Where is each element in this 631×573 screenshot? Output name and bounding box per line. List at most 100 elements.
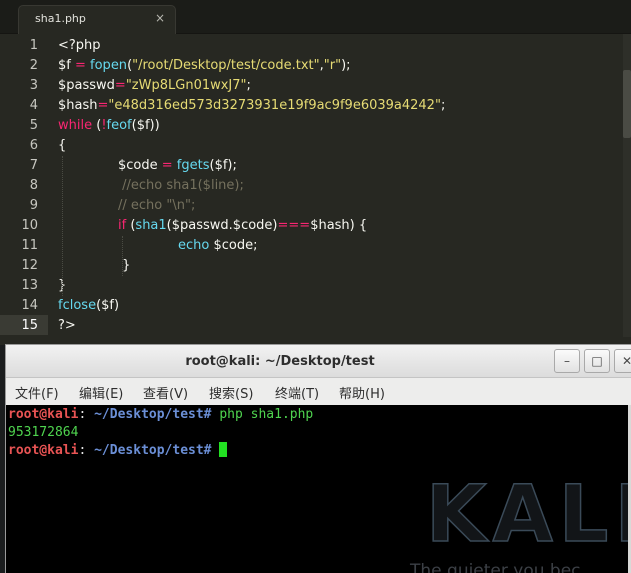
code-token: // echo "\n"; — [118, 198, 196, 213]
line-number: 10 — [21, 218, 38, 233]
kali-wallpaper-tagline: The quieter you bec — [410, 561, 581, 573]
line-number: 1 — [29, 38, 38, 53]
code-token: ($f)) — [131, 118, 160, 133]
command-text: php sha1.php — [219, 407, 314, 422]
code-line: <?php — [58, 36, 101, 56]
maximize-button[interactable]: □ — [584, 349, 610, 373]
terminal-cursor — [219, 442, 228, 457]
code-token: } — [118, 258, 131, 273]
code-token: ( — [92, 118, 102, 133]
terminal-titlebar[interactable]: root@kali: ~/Desktop/test – □ ✕ — [6, 345, 631, 378]
kali-wallpaper-logo: KALI L — [425, 469, 630, 561]
menu-search[interactable]: 搜索(S) — [209, 383, 253, 402]
code-token: ($f); — [209, 158, 237, 173]
terminal-line-output: 953172864 — [8, 425, 79, 440]
code-token: "r" — [323, 58, 342, 73]
code-token: $passwd — [58, 78, 115, 93]
prompt-path: ~/Desktop/test# — [86, 443, 220, 458]
menu-view[interactable]: 查看(V) — [143, 383, 188, 402]
code-token: fgets — [176, 158, 210, 173]
menu-edit[interactable]: 编辑(E) — [79, 383, 123, 402]
close-icon[interactable]: × — [155, 11, 165, 25]
code-token: === — [277, 218, 311, 233]
code-area[interactable]: <?php $f = fopen("/root/Desktop/test/code… — [58, 34, 623, 337]
code-token: feof — [106, 118, 132, 133]
line-number: 11 — [21, 238, 38, 253]
line-number: 7 — [29, 158, 38, 173]
code-line: fclose($f) — [58, 296, 119, 316]
close-icon: ✕ — [621, 354, 631, 368]
line-number: 14 — [21, 298, 38, 313]
terminal-menubar: 文件(F) 编辑(E) 查看(V) 搜索(S) 终端(T) 帮助(H) — [6, 378, 631, 405]
tab-bar: sha1.php × — [0, 0, 631, 34]
editor-scroll-thumb[interactable] — [623, 70, 631, 138]
prompt-path: ~/Desktop/test# — [86, 407, 220, 422]
indent-guide — [62, 156, 63, 296]
code-token: ; — [246, 78, 251, 93]
terminal-line-command: root@kali: ~/Desktop/test# php sha1.php — [8, 406, 313, 424]
code-token: = — [114, 78, 126, 93]
code-token: ; — [440, 98, 446, 113]
terminal-output[interactable]: KALI L The quieter you bec root@kali: ~/… — [6, 405, 630, 573]
code-token: fclose — [58, 298, 97, 313]
code-line: echo $code; — [178, 236, 257, 256]
code-token: <?php — [58, 38, 101, 53]
code-line: if (sha1($passwd.$code)===$hash) { — [118, 216, 367, 236]
menu-terminal[interactable]: 终端(T) — [275, 383, 319, 402]
code-token: $hash) { — [310, 218, 368, 233]
code-token: = — [70, 58, 91, 73]
prompt-user: root@kali — [8, 443, 79, 458]
code-token: $f — [58, 58, 71, 73]
tab-label: sha1.php — [35, 12, 86, 25]
code-line: } — [118, 256, 130, 276]
line-number: 4 — [29, 98, 38, 113]
tab-sha1-php[interactable]: sha1.php × — [18, 5, 176, 34]
code-token: fopen — [90, 58, 128, 73]
code-token: ($f) — [96, 298, 120, 313]
line-number: 13 — [21, 278, 38, 293]
code-token: "zWp8LGn01wxJ7" — [125, 78, 247, 93]
code-line: $hash="e48d316ed573d3273931e19f9ac9f9e60… — [58, 96, 445, 116]
code-token: $code — [118, 158, 158, 173]
code-token: ); — [341, 58, 351, 73]
code-editor[interactable]: sha1.php × 1 2 3 4 5 6 7 8 9 10 11 12 13 14 15 <?php $f… — [0, 0, 631, 345]
code-token: = — [97, 98, 109, 113]
line-number: 6 — [29, 138, 38, 153]
code-line: //echo sha1($line); — [118, 176, 244, 196]
terminal-line-prompt: root@kali: ~/Desktop/test# — [8, 442, 228, 460]
code-token: ($passwd.$code) — [166, 218, 278, 233]
code-token: if — [118, 218, 127, 233]
line-number: 15 — [21, 318, 38, 333]
editor-scrollbar[interactable] — [623, 34, 631, 337]
code-token: echo — [178, 238, 210, 253]
line-number: 5 — [29, 118, 38, 133]
line-number: 2 — [29, 58, 38, 73]
window-title: root@kali: ~/Desktop/test — [185, 354, 375, 369]
line-number: 9 — [29, 198, 38, 213]
code-token: "/root/Desktop/test/code.txt" — [132, 58, 320, 73]
minimize-button[interactable]: – — [554, 349, 580, 373]
code-token: $hash — [58, 98, 98, 113]
close-button[interactable]: ✕ — [614, 349, 631, 373]
code-line: while (!feof($f)) — [58, 116, 160, 136]
menu-file[interactable]: 文件(F) — [15, 383, 59, 402]
code-token: //echo sha1($line); — [118, 178, 244, 193]
code-token: ?> — [58, 318, 76, 333]
line-number: 8 — [29, 178, 38, 193]
code-line: // echo "\n"; — [118, 196, 195, 216]
indent-guide — [122, 236, 123, 276]
code-line: $code = fgets($f); — [118, 156, 237, 176]
code-token: "e48d316ed573d3273931e19f9ac9f9e6039a424… — [108, 98, 441, 113]
code-line: $passwd="zWp8LGn01wxJ7"; — [58, 76, 251, 96]
code-line: $f = fopen("/root/Desktop/test/code.txt"… — [58, 56, 351, 76]
minimize-icon: – — [564, 354, 570, 368]
terminal-window[interactable]: root@kali: ~/Desktop/test – □ ✕ 文件(F) 编辑… — [5, 344, 631, 573]
code-line: ?> — [58, 316, 76, 336]
menu-help[interactable]: 帮助(H) — [339, 383, 385, 402]
line-number: 12 — [21, 258, 38, 273]
code-token: $code; — [209, 238, 258, 253]
code-line: { — [58, 136, 66, 156]
line-number: 3 — [29, 78, 38, 93]
code-token: { — [58, 138, 67, 153]
line-number-gutter: 1 2 3 4 5 6 7 8 9 10 11 12 13 14 15 — [0, 34, 48, 337]
